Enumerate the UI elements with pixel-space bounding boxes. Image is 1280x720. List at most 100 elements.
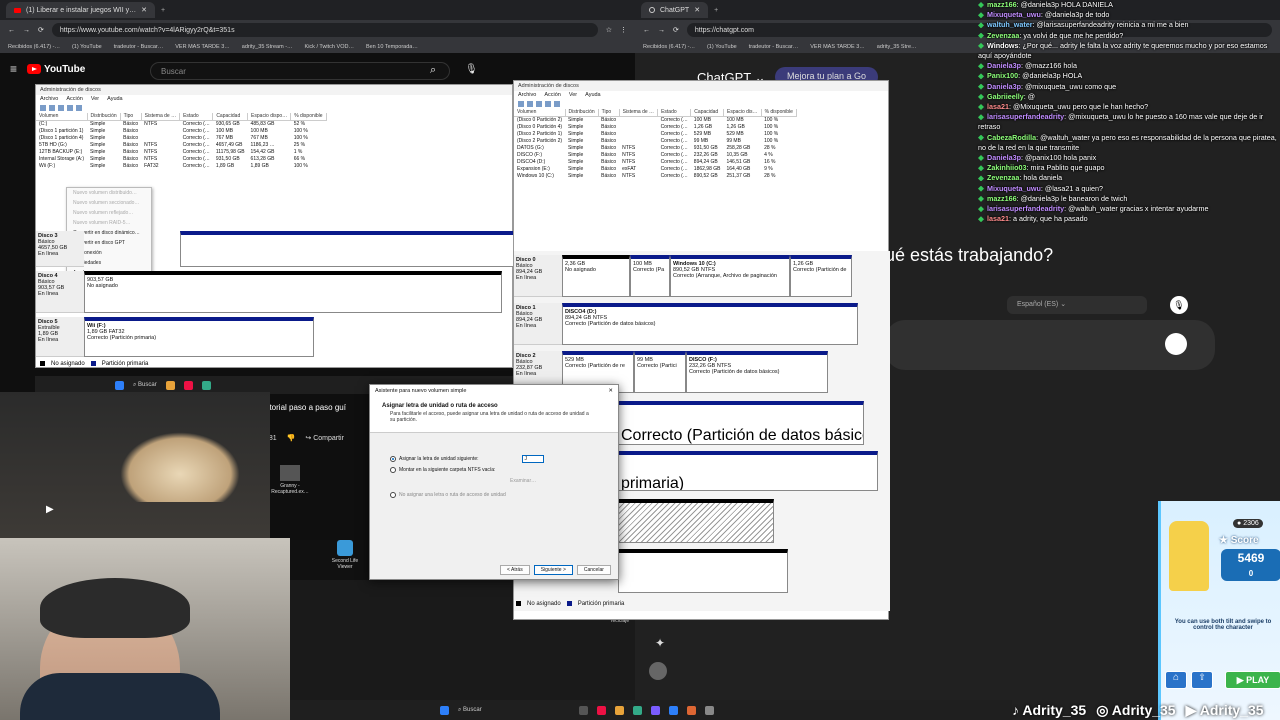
disk-5-row[interactable]: Disco 5 Extraíble 1,89 GB En línea Wii (… bbox=[36, 317, 514, 357]
disk-2-partition-f[interactable]: DISCO (F:) 232,26 GB NTFS Correcto (Partic… bbox=[686, 351, 828, 393]
app-icon[interactable] bbox=[632, 705, 642, 715]
column-header[interactable]: Volumen bbox=[514, 109, 566, 117]
forward-icon[interactable]: → bbox=[658, 27, 665, 34]
radio-icon[interactable] bbox=[390, 467, 396, 473]
toolbar-icon[interactable] bbox=[49, 105, 55, 111]
table-row[interactable]: (Disco 1 partición 1) Simple Básico Correct… bbox=[36, 127, 326, 134]
no-letter-option[interactable]: No asignar una letra o ruta de acceso de… bbox=[390, 492, 598, 498]
toolbar-icon[interactable] bbox=[545, 101, 551, 107]
mount-folder-option[interactable]: Montar en la siguiente carpeta NTFS vací… bbox=[390, 467, 598, 473]
table-row[interactable]: (Disco 0 Partición 4) Simple Básico Correct… bbox=[514, 123, 796, 130]
share-button[interactable]: ↪ Compartir bbox=[305, 434, 344, 442]
toolbar-icon[interactable] bbox=[58, 105, 64, 111]
table-row[interactable]: DATOS (G:) Simple Básico NTFS Correcto (… 931… bbox=[514, 144, 796, 151]
radio-icon[interactable] bbox=[390, 492, 396, 498]
column-header[interactable]: Sistema de … bbox=[619, 109, 659, 117]
menu-item[interactable]: Acción bbox=[66, 96, 83, 103]
bookmark-item[interactable]: Recibidos (6.417) -… bbox=[8, 44, 60, 50]
menu-item[interactable]: Archivo bbox=[40, 96, 58, 103]
home-icon[interactable]: ⌂ bbox=[1165, 671, 1187, 689]
taskbar-search[interactable]: ⌕ Buscar bbox=[133, 382, 157, 389]
context-menu-item[interactable]: Nuevo volumen reflejado… bbox=[67, 208, 151, 218]
taskbar-search[interactable]: ⌕ Buscar bbox=[458, 707, 482, 714]
toolbar-icon[interactable] bbox=[527, 101, 533, 107]
table-row[interactable]: 5TB HD (G:) Simple Básico NTFS Correcto (… 46… bbox=[36, 141, 326, 148]
chat-username[interactable]: Zakinhiio03 bbox=[987, 163, 1027, 172]
disk-5-unallocated[interactable] bbox=[618, 499, 774, 543]
bookmark-item[interactable]: tradeutor - Buscar… bbox=[114, 44, 164, 50]
radio-selected-icon[interactable] bbox=[390, 456, 396, 462]
column-header[interactable]: % disponible bbox=[290, 113, 327, 121]
disk-2-partition-2[interactable]: 99 MB Correcto (Partici bbox=[634, 351, 686, 393]
desktop-shortcut-granny[interactable]: Granny - Recaptured.ex… bbox=[270, 465, 310, 495]
toolbar-icon[interactable] bbox=[536, 101, 542, 107]
menu-item[interactable]: Ayuda bbox=[585, 92, 601, 99]
disk-3-partition[interactable]: Correcto (Partición de datos básicos) bbox=[618, 401, 864, 445]
chat-username[interactable]: Daniela3p bbox=[987, 61, 1021, 70]
bookmark-item[interactable]: Kick / Twitch VOD… bbox=[305, 44, 354, 50]
toolbar-icon[interactable] bbox=[518, 101, 524, 107]
column-header[interactable]: Tipo bbox=[598, 109, 620, 117]
tab-chatgpt[interactable]: ChatGPT ✕ bbox=[641, 2, 709, 18]
disk-3-row[interactable]: Disco 3 Básico 4657,50 GB En línea bbox=[36, 231, 514, 267]
app-icon[interactable] bbox=[561, 706, 570, 715]
chat-username[interactable]: Windows bbox=[987, 41, 1018, 50]
chat-username[interactable]: Daniela3p bbox=[987, 153, 1021, 162]
assign-letter-option[interactable]: Asignar la letra de unidad siguiente: J bbox=[390, 455, 598, 463]
chat-username[interactable]: larisasuperfandeadrity bbox=[987, 112, 1064, 121]
table-row[interactable]: DISCO (F:) Simple Básico NTFS Correcto (… 232… bbox=[514, 151, 796, 158]
microphone-icon[interactable]: 🎙 bbox=[465, 64, 478, 75]
app-icon[interactable] bbox=[201, 380, 211, 390]
chat-username[interactable]: mazz166 bbox=[987, 0, 1017, 9]
bookmark-item[interactable]: Ben 10 Temporada… bbox=[366, 44, 418, 50]
table-row[interactable]: Wii (F:) Simple Básico FAT32 Correcto (… 1,89… bbox=[36, 162, 326, 169]
menu-item[interactable]: Ayuda bbox=[107, 96, 123, 103]
explorer-icon[interactable] bbox=[165, 380, 175, 390]
table-row[interactable]: Internal Storage (A:) Simple Básico NTFS Cor… bbox=[36, 155, 326, 162]
back-button[interactable]: < Atrás bbox=[500, 565, 530, 575]
youtube-logo[interactable]: YouTube bbox=[27, 64, 85, 75]
app-icon[interactable] bbox=[704, 705, 714, 715]
disk-0-unallocated[interactable]: 2,36 GB No asignado bbox=[562, 255, 630, 297]
chat-username[interactable]: lasa21 bbox=[987, 214, 1009, 223]
chat-username[interactable]: Mixuqueta_uwu bbox=[987, 10, 1041, 19]
play-button[interactable]: ▶ PLAY bbox=[1225, 671, 1280, 689]
disk-0-partition-c[interactable]: Windows 10 (C:) 890,52 GB NTFS Correcto (A… bbox=[670, 255, 790, 297]
disk-1-partition-d[interactable]: DISCO4 (D:) 894,24 GB NTFS Correcto (Parti… bbox=[562, 303, 858, 345]
windows-start-icon[interactable] bbox=[440, 705, 449, 715]
table-row[interactable]: 12TB BACKUP (E:) Simple Básico NTFS Correcto… bbox=[36, 148, 326, 155]
close-tab-icon[interactable]: ✕ bbox=[694, 6, 700, 14]
disk-4-partition[interactable]: primaria) bbox=[618, 451, 878, 491]
microphone-icon[interactable]: 🎙 bbox=[1170, 296, 1188, 314]
disk-4-unallocated[interactable]: 903,57 GB No asignado bbox=[84, 271, 502, 313]
context-menu-item[interactable]: Nuevo volumen RAID-5… bbox=[67, 218, 151, 228]
upgrade-icon[interactable]: ⇧ bbox=[1191, 671, 1213, 689]
toolbar-icon[interactable] bbox=[67, 105, 73, 111]
column-header[interactable]: Espacio dis… bbox=[723, 109, 762, 117]
disk-0-partition-4[interactable]: 1,26 GB Correcto (Partición de bbox=[790, 255, 852, 297]
close-tab-icon[interactable]: ✕ bbox=[141, 6, 147, 14]
chat-username[interactable]: mazz166 bbox=[987, 194, 1017, 203]
reload-icon[interactable]: ⟳ bbox=[38, 26, 44, 34]
menu-item[interactable]: Ver bbox=[91, 96, 99, 103]
hamburger-icon[interactable]: ≡ bbox=[10, 62, 17, 76]
bookmark-item[interactable]: VER MAS TARDE 3… bbox=[810, 44, 865, 50]
table-row[interactable]: (Disco 2 Partición 2) Simple Básico Correct… bbox=[514, 137, 796, 144]
chat-username[interactable]: Mixuqueta_uwu bbox=[987, 184, 1041, 193]
browse-button[interactable]: Examinar… bbox=[510, 478, 598, 484]
disk-0-row[interactable]: Disco 0 Básico 894,24 GB En línea 2,36 G… bbox=[514, 255, 890, 297]
back-icon[interactable]: ← bbox=[8, 27, 15, 34]
language-selector[interactable]: Español (ES) ⌄ bbox=[1007, 296, 1147, 314]
app-icon[interactable] bbox=[183, 380, 193, 390]
youtube-search-input[interactable]: Buscar bbox=[150, 62, 450, 80]
column-header[interactable]: Estado bbox=[657, 109, 692, 117]
column-header[interactable]: Estado bbox=[179, 113, 214, 121]
bookmark-item[interactable]: (1) YouTube bbox=[707, 44, 737, 50]
add-icon[interactable]: ✦ bbox=[655, 636, 665, 650]
column-header[interactable]: Capacidad bbox=[212, 113, 249, 121]
app-icon[interactable] bbox=[686, 705, 696, 715]
table-row[interactable]: Windows 10 (C:) Simple Básico NTFS Correcto … bbox=[514, 172, 796, 179]
star-icon[interactable]: ☆ bbox=[606, 26, 612, 34]
column-header[interactable]: Volumen bbox=[36, 113, 88, 121]
voice-mode-icon[interactable] bbox=[1165, 333, 1187, 355]
